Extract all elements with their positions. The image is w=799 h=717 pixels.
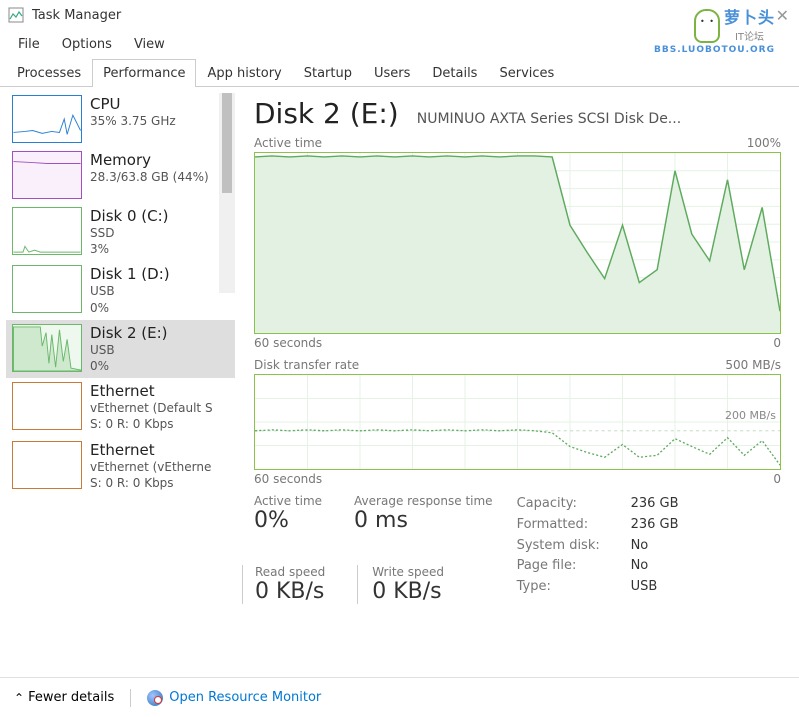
window-title: Task Manager: [32, 8, 121, 23]
tab-app-history[interactable]: App history: [196, 59, 292, 87]
sidebar-item-disk0[interactable]: Disk 0 (C:) SSD 3%: [6, 203, 235, 261]
active-time-chart: [254, 152, 781, 334]
sidebar-item-label: Ethernet: [90, 441, 229, 459]
sidebar-item-label: Disk 2 (E:): [90, 324, 229, 342]
sidebar-item-disk2[interactable]: Disk 2 (E:) USB 0%: [6, 320, 235, 378]
chart2-label: Disk transfer rate: [254, 358, 359, 372]
sidebar-item-ethernet-2[interactable]: Ethernet vEthernet (vEtherne S: 0 R: 0 K…: [6, 437, 235, 495]
tab-performance[interactable]: Performance: [92, 59, 196, 87]
stat-write-speed: Write speed 0 KB/s: [357, 565, 444, 604]
chart2-xright: 0: [773, 472, 781, 486]
stat-read-speed: Read speed 0 KB/s: [255, 565, 325, 604]
sidebar-item-memory[interactable]: Memory 28.3/63.8 GB (44%): [6, 147, 235, 203]
close-icon[interactable]: ✕: [776, 6, 789, 25]
menu-bar: File Options View: [0, 30, 799, 58]
divider: [130, 689, 131, 707]
menu-options[interactable]: Options: [52, 33, 122, 56]
tab-details[interactable]: Details: [421, 59, 488, 87]
sidebar-item-label: Disk 0 (C:): [90, 207, 229, 225]
sidebar-item-disk1[interactable]: Disk 1 (D:) USB 0%: [6, 261, 235, 319]
chart1-xleft: 60 seconds: [254, 336, 322, 350]
chart2-max: 500 MB/s: [725, 358, 781, 372]
transfer-rate-chart: 200 MB/s: [254, 374, 781, 470]
tab-services[interactable]: Services: [488, 59, 565, 87]
tab-startup[interactable]: Startup: [293, 59, 363, 87]
main-panel: Disk 2 (E:) NUMINUO AXTA Series SCSI Dis…: [236, 87, 799, 677]
title-bar: Task Manager ✕: [0, 0, 799, 30]
chart1-label: Active time: [254, 136, 322, 150]
chevron-up-icon: ⌃: [14, 691, 24, 705]
chart2-xleft: 60 seconds: [254, 472, 322, 486]
chart2-midlabel: 200 MB/s: [725, 409, 776, 422]
tab-strip: Processes Performance App history Startu…: [0, 58, 799, 87]
footer: ⌃ Fewer details Open Resource Monitor: [0, 677, 799, 717]
menu-view[interactable]: View: [124, 33, 175, 56]
stat-avg-response: Average response time 0 ms: [354, 494, 493, 533]
menu-file[interactable]: File: [8, 33, 50, 56]
app-icon: [8, 7, 24, 23]
sidebar-item-label: Ethernet: [90, 382, 229, 400]
tab-users[interactable]: Users: [363, 59, 421, 87]
resource-monitor-icon: [147, 690, 163, 706]
sidebar-item-ethernet-1[interactable]: Ethernet vEthernet (Default S S: 0 R: 0 …: [6, 378, 235, 436]
device-name: NUMINUO AXTA Series SCSI Disk De...: [417, 111, 681, 127]
sidebar-scrollbar[interactable]: [219, 93, 235, 293]
sidebar-item-label: Disk 1 (D:): [90, 265, 229, 283]
disk-properties: Capacity:236 GB Formatted:236 GB System …: [517, 494, 679, 604]
sidebar-item-cpu[interactable]: CPU 35% 3.75 GHz: [6, 91, 235, 147]
chart1-max: 100%: [747, 136, 781, 150]
page-title: Disk 2 (E:): [254, 97, 399, 130]
tab-processes[interactable]: Processes: [6, 59, 92, 87]
fewer-details-button[interactable]: ⌃ Fewer details: [14, 690, 114, 705]
chart1-xright: 0: [773, 336, 781, 350]
resource-sidebar: CPU 35% 3.75 GHz Memory 28.3/63.8 GB (44…: [0, 87, 236, 677]
sidebar-item-label: Memory: [90, 151, 229, 169]
open-resource-monitor-link[interactable]: Open Resource Monitor: [147, 690, 321, 706]
sidebar-item-label: CPU: [90, 95, 229, 113]
stat-active-time: Active time 0%: [254, 494, 322, 533]
